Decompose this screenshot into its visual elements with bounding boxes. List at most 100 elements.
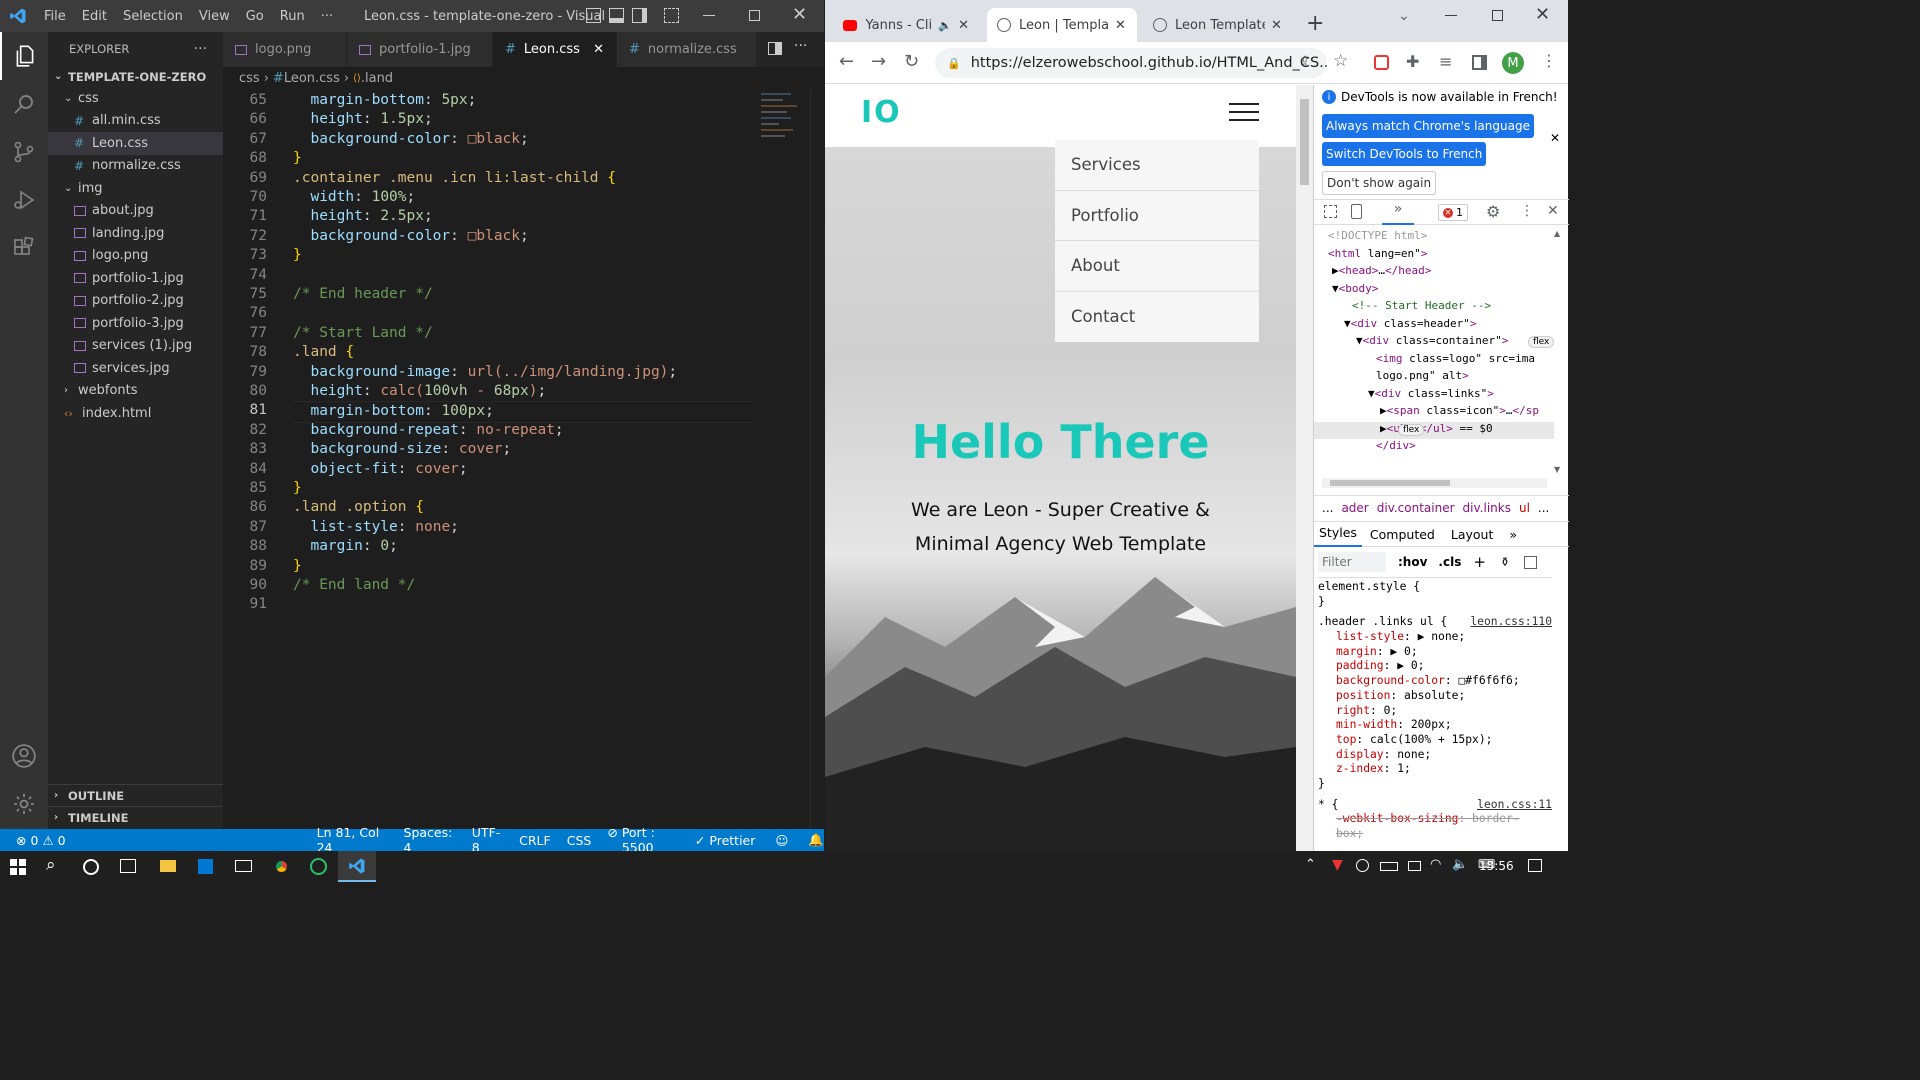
code-line[interactable]: .container .menu .icn li:last-child { [293, 169, 616, 188]
code-line[interactable]: /* End header */ [293, 285, 433, 304]
file-item[interactable]: portfolio-1.jpg [48, 267, 223, 290]
code-line[interactable]: width: 100%; [293, 188, 415, 207]
menu-item[interactable]: Run [280, 9, 305, 24]
nav-link-services[interactable]: Services [1055, 140, 1259, 191]
wifi-icon[interactable]: ◠ [1430, 857, 1441, 872]
notifications-icon[interactable] [1528, 859, 1542, 872]
forward-icon[interactable]: → [871, 51, 886, 72]
dont-show-again-button[interactable]: Don't show again [1322, 171, 1437, 195]
maximize-icon[interactable] [749, 10, 760, 21]
prettier-status[interactable]: ✓ Prettier [695, 833, 755, 848]
code-line[interactable]: /* Start Land */ [293, 324, 433, 343]
browser-tab-leon-2[interactable]: Leon Template C ✕ [1143, 8, 1293, 42]
code-line[interactable]: height: calc(100vh - 68px); [293, 382, 546, 401]
menu-item[interactable]: File [44, 9, 66, 24]
tab-close-icon[interactable]: ✕ [593, 42, 604, 57]
outline-section[interactable]: › OUTLINE [48, 784, 223, 806]
editor-tab[interactable]: logo.png [223, 32, 347, 67]
dom-node[interactable]: ▼<div class=links"> [1314, 387, 1554, 405]
styles-scrollbar[interactable]: ▲ ▼ [1554, 229, 1567, 851]
match-language-button[interactable]: Always match Chrome's language [1322, 114, 1534, 138]
new-tab-icon[interactable]: + [1306, 11, 1324, 36]
source-link[interactable]: leon.css:11 [1477, 798, 1552, 811]
clock[interactable]: 15:56 [1479, 859, 1514, 873]
breadcrumb-item[interactable]: css [239, 71, 260, 86]
new-rule-icon[interactable]: + [1473, 553, 1486, 571]
code-line[interactable]: height: 1.5px; [293, 110, 432, 129]
dom-node[interactable]: ▼<div class=header"> [1314, 317, 1554, 335]
dom-node[interactable]: <img class=logo" src=ima [1314, 352, 1554, 370]
code-line[interactable]: } [293, 557, 302, 576]
file-item[interactable]: landing.jpg [48, 222, 223, 245]
browser-tab-leon[interactable]: Leon | Template ✕ [987, 8, 1137, 42]
language-status[interactable]: CSS [567, 833, 592, 848]
reload-icon[interactable]: ↻ [904, 51, 919, 72]
code-line[interactable]: .land { [293, 343, 354, 362]
css-selector[interactable]: * {leon.css:11 [1318, 798, 1552, 813]
tab-layout[interactable]: Layout [1443, 527, 1502, 542]
nav-link-about[interactable]: About [1055, 241, 1259, 292]
reading-list-icon[interactable]: ≡ [1439, 52, 1452, 71]
editor-tab[interactable]: portfolio-1.jpg [347, 32, 493, 67]
menu-item[interactable]: Go [246, 9, 264, 24]
code-line[interactable]: } [293, 149, 302, 168]
folder-item[interactable]: ⌄ css [48, 87, 223, 110]
code-line[interactable]: object-fit: cover; [293, 460, 467, 479]
chrome-icon[interactable] [273, 858, 290, 875]
flex-badge[interactable]: flex [1528, 336, 1554, 348]
eol-status[interactable]: CRLF [519, 833, 551, 848]
inspect-element-icon[interactable] [1324, 205, 1337, 218]
dom-node[interactable]: ▼<div class=container"> [1314, 334, 1554, 352]
code-line[interactable]: margin-bottom: 100px; [293, 401, 753, 423]
code-view[interactable]: 65 margin-bottom: 5px; 66 height: 1.5px; 6… [223, 89, 763, 829]
split-editor-icon[interactable] [768, 42, 782, 55]
extensions-icon[interactable] [0, 224, 48, 272]
tray-app-icon[interactable] [1356, 859, 1369, 872]
file-item[interactable]: # Leon.css [48, 132, 223, 155]
more-panes-icon[interactable]: » [1501, 527, 1525, 542]
breadcrumb-item[interactable]: .land [361, 71, 393, 86]
store-icon[interactable] [198, 859, 213, 874]
tab-close-icon[interactable]: ✕ [958, 18, 969, 33]
manage-gear-icon[interactable] [0, 780, 48, 828]
dom-node[interactable]: </div> [1314, 439, 1554, 457]
dom-crumb[interactable]: div.links [1463, 501, 1511, 515]
dom-node[interactable]: ▶<ul>…</ul> == $0 [1314, 421, 1554, 439]
code-line[interactable]: } [293, 479, 302, 498]
paint-bucket-icon[interactable]: ⚱ [1500, 555, 1510, 569]
css-declaration[interactable]: -webkit-box-sizing: border- [1318, 812, 1552, 827]
css-selector[interactable]: box; [1318, 827, 1552, 842]
toggle-sidebar-icon[interactable] [1524, 555, 1537, 569]
file-item[interactable]: # normalize.css [48, 155, 223, 178]
tab-close-icon[interactable]: ✕ [1271, 18, 1282, 33]
problems-status[interactable]: ⊗ 0 ⚠ 0 [16, 833, 66, 848]
tab-computed[interactable]: Computed [1362, 527, 1443, 542]
feedback-icon[interactable]: ☺ [775, 833, 788, 848]
code-line[interactable]: margin-bottom: 5px; [293, 91, 476, 110]
search-icon[interactable] [0, 80, 48, 128]
site-logo[interactable]: IO [861, 95, 902, 130]
more-actions-icon[interactable]: ··· [794, 38, 807, 54]
page-scrollbar[interactable] [1296, 85, 1313, 851]
app-green-icon[interactable] [310, 858, 327, 875]
devtools-menu-icon[interactable]: ⋮ [1520, 203, 1534, 219]
code-line[interactable]: } [293, 246, 302, 265]
switch-french-button[interactable]: Switch DevTools to French [1322, 142, 1487, 166]
nav-link-portfolio[interactable]: Portfolio [1055, 191, 1259, 241]
minimize-icon[interactable] [1445, 15, 1457, 16]
styles-filter-input[interactable] [1318, 552, 1386, 572]
css-declaration[interactable]: margin: ▶ 0; [1318, 645, 1552, 660]
extensions-puzzle-icon[interactable]: ✚ [1406, 52, 1419, 71]
windows-start-icon[interactable] [10, 859, 26, 875]
folder-item[interactable]: ⌄ img [48, 177, 223, 200]
dom-node[interactable]: ▼<body> [1314, 282, 1554, 300]
close-icon[interactable]: ✕ [1535, 4, 1550, 25]
css-declaration[interactable]: list-style: ▶ none; [1318, 630, 1552, 645]
code-line[interactable]: /* End land */ [293, 576, 415, 595]
chrome-menu-icon[interactable]: ⋮ [1541, 51, 1557, 70]
hamburger-menu-icon[interactable] [1229, 103, 1259, 121]
file-explorer-icon[interactable] [160, 860, 176, 872]
code-line[interactable]: margin: 0; [293, 537, 397, 556]
toggle-sidebar-icon[interactable] [586, 8, 601, 23]
code-line[interactable]: background-size: cover; [293, 440, 511, 459]
